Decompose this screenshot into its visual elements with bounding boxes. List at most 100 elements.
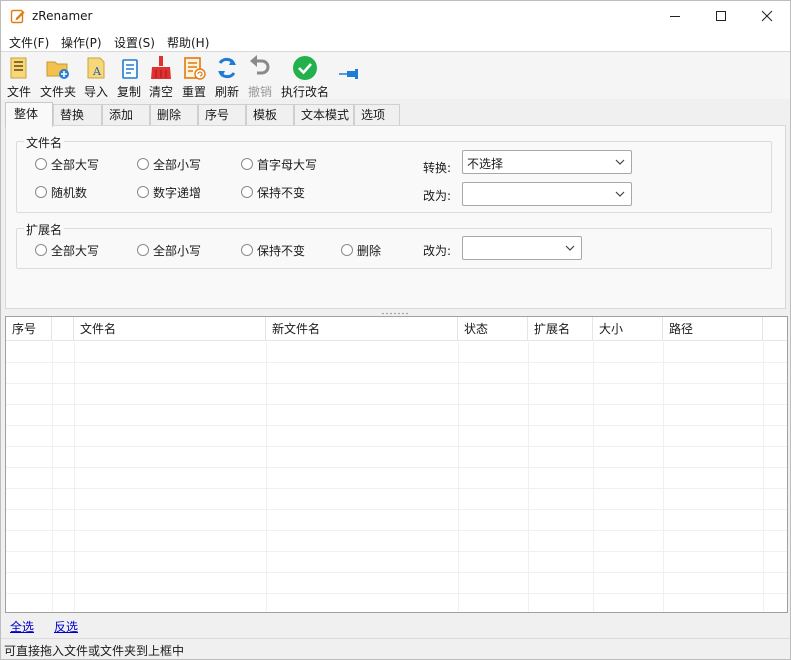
select-all-link[interactable]: 全选 xyxy=(10,618,34,635)
menu-file[interactable]: 文件(F) xyxy=(9,34,49,51)
chevron-down-icon xyxy=(615,191,625,197)
extension-group: 扩展名 全部大写 全部小写 保持不变 删除 改为: xyxy=(16,221,772,269)
grid-column-line xyxy=(663,342,664,612)
svg-text:A: A xyxy=(92,65,102,78)
filename-group: 文件名 全部大写 全部小写 首字母大写 随机数 数字递增 保持不变 转换: 不选… xyxy=(16,134,772,213)
extension-change-select[interactable] xyxy=(462,236,582,260)
grid-column-line xyxy=(528,342,529,612)
column-header-filename[interactable]: 文件名 xyxy=(74,317,266,341)
radio-circle xyxy=(35,158,47,170)
copy-icon xyxy=(122,59,138,79)
column-header-new-filename[interactable]: 新文件名 xyxy=(266,317,458,341)
app-window: zRenamer 文件(F) 操作(P) 设置(S) 帮助(H) 文件 文件夹 … xyxy=(0,0,791,660)
list-header: 序号 文件名 新文件名 状态 扩展名 大小 路径 xyxy=(6,317,787,341)
radio-circle xyxy=(241,244,253,256)
file-list[interactable]: 序号 文件名 新文件名 状态 扩展名 大小 路径 xyxy=(5,316,788,613)
tab-text-mode[interactable]: 文本模式 xyxy=(294,104,354,126)
column-header-blank[interactable] xyxy=(52,317,74,341)
check-circle-icon xyxy=(293,56,317,80)
filename-change-select[interactable] xyxy=(462,182,632,206)
radio-circle xyxy=(241,158,253,170)
column-header-index[interactable]: 序号 xyxy=(6,317,52,341)
radio-circle xyxy=(341,244,353,256)
maximize-button[interactable] xyxy=(698,1,744,31)
minimize-icon xyxy=(670,16,680,17)
splitter-handle[interactable] xyxy=(381,312,411,315)
refresh-label: 刷新 xyxy=(214,85,239,99)
menu-bar: 文件(F) 操作(P) 设置(S) 帮助(H) xyxy=(1,31,790,52)
toolbar: 文件 文件夹 A 导入 复制 清空 重置 刷新 撤销 执行改名 xyxy=(1,52,790,99)
undo-label: 撤销 xyxy=(247,85,272,99)
undo-button[interactable]: 撤销 xyxy=(246,54,274,99)
maximize-icon xyxy=(716,11,726,21)
radio-label: 保持不变 xyxy=(257,244,306,258)
import-icon: A xyxy=(87,57,105,79)
import-button[interactable]: A 导入 xyxy=(82,54,110,99)
grid-line xyxy=(6,551,787,552)
grid-line xyxy=(6,404,787,405)
refresh-button[interactable]: 刷新 xyxy=(213,54,241,99)
extension-group-title: 扩展名 xyxy=(24,221,65,238)
clear-label: 清空 xyxy=(148,85,173,99)
add-folder-icon xyxy=(46,61,69,79)
menu-help[interactable]: 帮助(H) xyxy=(167,34,209,51)
extension-change-label: 改为: xyxy=(423,244,452,258)
execute-rename-button[interactable]: 执行改名 xyxy=(279,54,331,99)
broom-icon xyxy=(151,56,171,79)
tab-overall[interactable]: 整体 xyxy=(5,102,53,127)
chevron-down-icon xyxy=(615,159,625,165)
refresh-icon xyxy=(218,57,236,79)
menu-operation[interactable]: 操作(P) xyxy=(61,34,102,51)
radio-circle xyxy=(137,186,149,198)
close-icon xyxy=(761,10,773,22)
copy-button[interactable]: 复制 xyxy=(115,54,143,99)
reset-button[interactable]: 重置 xyxy=(180,54,208,99)
radio-label: 删除 xyxy=(357,244,382,258)
pin-button[interactable] xyxy=(337,54,363,98)
undo-icon xyxy=(250,55,270,75)
list-body[interactable] xyxy=(6,342,787,612)
radio-label: 保持不变 xyxy=(257,186,306,200)
import-label: 导入 xyxy=(83,85,108,99)
add-file-button[interactable]: 文件 xyxy=(5,54,33,99)
window-title: zRenamer xyxy=(32,9,93,23)
invert-selection-link[interactable]: 反选 xyxy=(54,618,78,635)
minimize-button[interactable] xyxy=(652,1,698,31)
reset-label: 重置 xyxy=(181,85,206,99)
grid-column-line xyxy=(266,342,267,612)
grid-line xyxy=(6,425,787,426)
clear-button[interactable]: 清空 xyxy=(147,54,175,99)
add-folder-button[interactable]: 文件夹 xyxy=(38,54,78,99)
radio-label: 全部小写 xyxy=(153,158,202,172)
execute-rename-label: 执行改名 xyxy=(280,85,329,99)
grid-line xyxy=(6,467,787,468)
column-header-extension[interactable]: 扩展名 xyxy=(528,317,593,341)
tab-template[interactable]: 模板 xyxy=(246,104,294,126)
grid-line xyxy=(6,362,787,363)
menu-settings[interactable]: 设置(S) xyxy=(114,34,155,51)
grid-line xyxy=(6,383,787,384)
tab-add[interactable]: 添加 xyxy=(102,104,150,126)
radio-circle xyxy=(35,244,47,256)
radio-label: 全部小写 xyxy=(153,244,202,258)
column-header-size[interactable]: 大小 xyxy=(593,317,663,341)
add-folder-label: 文件夹 xyxy=(39,85,76,99)
copy-label: 复制 xyxy=(116,85,141,99)
grid-column-line xyxy=(74,342,75,612)
grid-column-line xyxy=(593,342,594,612)
chevron-down-icon xyxy=(565,245,575,251)
title-bar[interactable]: zRenamer xyxy=(1,1,790,31)
filename-group-title: 文件名 xyxy=(24,134,65,151)
app-logo-icon xyxy=(10,9,25,24)
convert-select[interactable]: 不选择 xyxy=(462,150,632,174)
tab-delete[interactable]: 删除 xyxy=(150,104,198,126)
convert-select-value: 不选择 xyxy=(467,157,504,171)
radio-label: 全部大写 xyxy=(51,158,100,172)
tab-replace[interactable]: 替换 xyxy=(53,104,102,126)
column-header-path[interactable]: 路径 xyxy=(663,317,763,341)
tab-panel-overall: 文件名 全部大写 全部小写 首字母大写 随机数 数字递增 保持不变 转换: 不选… xyxy=(5,125,786,309)
close-button[interactable] xyxy=(744,1,790,31)
column-header-status[interactable]: 状态 xyxy=(458,317,528,341)
tab-sequence[interactable]: 序号 xyxy=(198,104,246,126)
tab-options[interactable]: 选项 xyxy=(354,104,400,126)
